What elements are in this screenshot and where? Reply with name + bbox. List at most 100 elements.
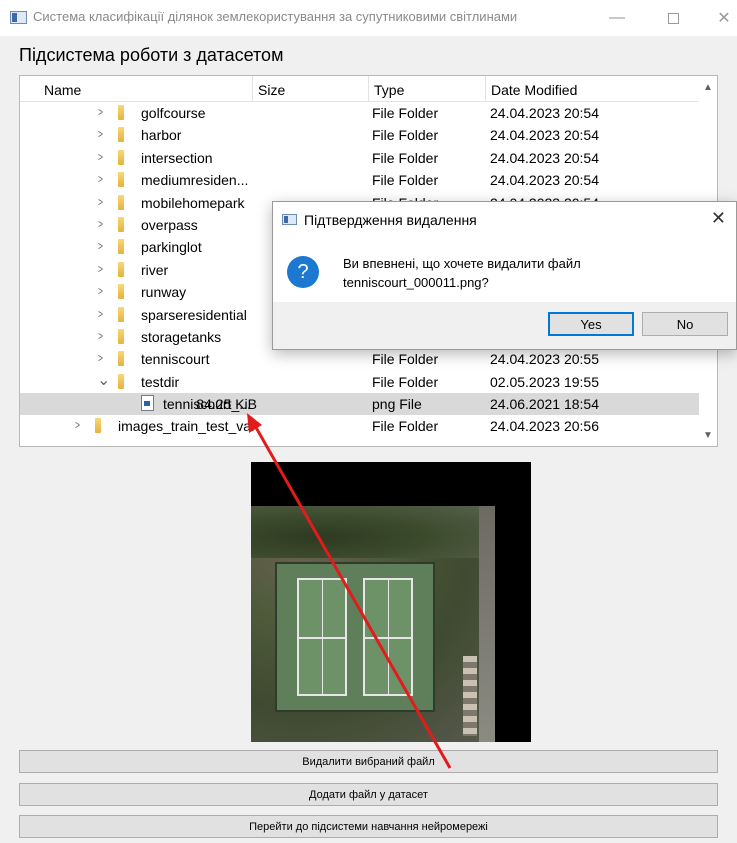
row-date-modified: 24.04.2023 20:54: [490, 127, 599, 144]
tree-row-folder[interactable]: > harbor File Folder 24.04.2023 20:54: [20, 124, 700, 146]
chevron-right-icon[interactable]: >: [98, 284, 103, 298]
chevron-right-icon[interactable]: >: [98, 195, 103, 209]
folder-icon: [118, 261, 124, 277]
section-title: Підсистема роботи з датасетом: [19, 45, 284, 65]
chevron-right-icon[interactable]: >: [98, 127, 103, 141]
folder-icon: [118, 351, 124, 367]
row-name: harbor: [141, 127, 182, 144]
folder-icon: [118, 284, 124, 300]
chevron-right-icon[interactable]: >: [98, 262, 103, 276]
folder-icon: [118, 149, 124, 165]
dialog-message-line2: tenniscourt_000011.png?: [343, 275, 489, 290]
folder-icon: [118, 127, 124, 143]
folder-icon: [118, 328, 124, 344]
dialog-close-icon[interactable]: ✕: [711, 208, 726, 229]
window-titlebar: Система класифікації ділянок землекорист…: [0, 0, 737, 36]
tree-row-folder[interactable]: > golfcourse File Folder 24.04.2023 20:54: [20, 102, 700, 124]
no-button[interactable]: No: [642, 312, 728, 336]
tree-header: Name Size Type Date Modified: [20, 76, 700, 102]
row-name: overpass: [141, 216, 198, 233]
row-date-modified: 24.04.2023 20:56: [490, 418, 599, 435]
folder-icon: [118, 172, 124, 188]
folder-icon: [118, 105, 124, 120]
row-name: runway: [141, 284, 187, 301]
folder-icon: [118, 216, 124, 232]
close-icon[interactable]: ✕: [701, 4, 737, 32]
header-name[interactable]: Name: [44, 82, 81, 98]
dialog-titlebar: Підтвердження видалення ✕: [273, 202, 736, 236]
row-name: intersection: [141, 149, 213, 166]
tree-row-folder[interactable]: ⌄ testdir File Folder 02.05.2023 19:55: [20, 371, 700, 393]
dialog-title: Підтвердження видалення: [304, 212, 477, 228]
tennis-court-image: [275, 562, 435, 712]
row-type: File Folder: [372, 149, 439, 166]
tree-row-folder[interactable]: > mediumresiden... File Folder 24.04.2023 2…: [20, 169, 700, 191]
row-date-modified: 02.05.2023 19:55: [490, 373, 599, 390]
row-type: File Folder: [372, 172, 439, 189]
row-name: sparseresidential: [141, 306, 247, 323]
row-name: mediumresiden...: [141, 172, 249, 189]
dialog-message-line1: Ви впевнені, що хочете видалити файл: [343, 256, 581, 271]
chevron-right-icon[interactable]: >: [98, 150, 103, 164]
chevron-right-icon[interactable]: >: [98, 105, 103, 119]
row-name: parkinglot: [141, 239, 202, 256]
tree-row-folder[interactable]: > tenniscourt File Folder 24.04.2023 20:55: [20, 348, 700, 370]
dialog-message: Ви впевнені, що хочете видалити файл ten…: [343, 254, 643, 292]
image-preview: [251, 462, 531, 742]
dialog-body: ? Ви впевнені, що хочете видалити файл t…: [273, 236, 736, 302]
go-to-training-subsystem-button[interactable]: Перейти до підсистеми навчання нейромере…: [19, 815, 718, 838]
folder-icon: [118, 373, 124, 389]
header-type[interactable]: Type: [374, 82, 404, 98]
add-file-to-dataset-button[interactable]: Додати файл у датасет: [19, 783, 718, 806]
delete-confirmation-dialog: Підтвердження видалення ✕ ? Ви впевнені,…: [272, 201, 737, 350]
row-date-modified: 24.04.2023 20:54: [490, 172, 599, 189]
header-size[interactable]: Size: [258, 82, 285, 98]
row-type: File Folder: [372, 351, 439, 368]
chevron-right-icon[interactable]: >: [98, 307, 103, 321]
row-date-modified: 24.04.2023 20:54: [490, 149, 599, 166]
chevron-right-icon[interactable]: >: [98, 217, 103, 231]
folder-icon: [95, 418, 101, 434]
folder-icon: [118, 239, 124, 255]
chevron-right-icon[interactable]: >: [98, 351, 103, 365]
header-date-modified[interactable]: Date Modified: [491, 82, 577, 98]
folder-icon: [118, 306, 124, 322]
maximize-icon[interactable]: [650, 4, 696, 32]
row-date-modified: 24.06.2021 18:54: [490, 396, 599, 413]
row-name: river: [141, 261, 169, 278]
yes-button[interactable]: Yes: [548, 312, 634, 336]
tree-row-folder[interactable]: > intersection File Folder 24.04.2023 20:54: [20, 147, 700, 169]
row-name: testdir: [141, 373, 180, 390]
row-name: tenniscourt: [141, 351, 210, 368]
chevron-down-icon[interactable]: ⌄: [97, 370, 110, 390]
tree-row-folder[interactable]: > images_train_test_val File Folder 24.04.2…: [20, 415, 700, 437]
row-size: 84.25 KiB: [196, 396, 257, 413]
question-icon: ?: [287, 256, 319, 288]
scroll-down-icon[interactable]: ▼: [699, 426, 717, 444]
row-name: mobilehomepark: [141, 194, 245, 211]
row-date-modified: 24.04.2023 20:55: [490, 351, 599, 368]
minimize-icon[interactable]: —: [594, 4, 640, 32]
chevron-right-icon[interactable]: >: [98, 239, 103, 253]
row-type: png File: [372, 396, 422, 413]
dialog-app-icon: [282, 214, 297, 225]
aerial-image: [251, 506, 495, 742]
row-name: storagetanks: [141, 328, 222, 345]
dialog-footer: Yes No: [273, 302, 736, 349]
row-name: golfcourse: [141, 105, 206, 121]
png-file-icon: [141, 395, 154, 412]
tree-row-file[interactable]: tenniscourt_... 84.25 KiB png File 24.06.20…: [20, 393, 700, 416]
row-date-modified: 24.04.2023 20:54: [490, 105, 599, 121]
row-type: File Folder: [372, 105, 439, 121]
window-title: Система класифікації ділянок землекорист…: [33, 9, 518, 24]
chevron-right-icon[interactable]: >: [98, 172, 103, 186]
row-type: File Folder: [372, 127, 439, 144]
chevron-right-icon[interactable]: >: [98, 329, 103, 343]
row-type: File Folder: [372, 373, 439, 390]
folder-icon: [118, 194, 124, 210]
scroll-up-icon[interactable]: ▲: [699, 78, 717, 96]
row-type: File Folder: [372, 418, 439, 435]
delete-selected-file-button[interactable]: Видалити вибраний файл: [19, 750, 718, 773]
chevron-right-icon[interactable]: >: [75, 418, 80, 432]
app-icon: [10, 11, 27, 24]
